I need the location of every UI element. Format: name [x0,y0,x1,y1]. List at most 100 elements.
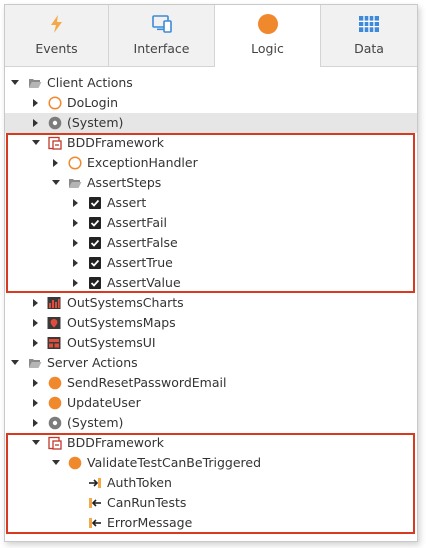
expand-arrow-icon[interactable] [52,460,60,465]
outsystemsmaps-label: OutSystemsMaps [67,315,176,330]
tree-node-asserttrue[interactable]: AssertTrue [5,253,417,273]
bddframework-label: BDDFramework [67,135,165,150]
system-gear-icon [48,116,62,130]
server-action-circle-icon [48,396,62,410]
tree-node-outsystemscharts[interactable]: OutSystemsCharts [5,293,417,313]
input-parameter-icon [89,478,101,488]
tree-node-canruntests[interactable]: CanRunTests [5,493,417,513]
tree-node-updateuser[interactable]: UpdateUser [5,393,417,413]
system-label: (System) [67,415,124,430]
tree-node-assertvalue[interactable]: AssertValue [5,273,417,293]
checkbox-checked-icon [89,237,101,249]
outsystemscharts-label: OutSystemsCharts [67,295,184,310]
tree-node-sendresetpasswordemail[interactable]: SendResetPasswordEmail [5,373,417,393]
maps-module-icon [47,317,61,329]
asserttrue-label: AssertTrue [107,255,173,270]
tab-data[interactable]: Data [321,5,417,66]
tab-events[interactable]: Events [5,5,109,66]
collapsed-arrow-icon[interactable] [73,219,78,227]
exceptionhandler-label: ExceptionHandler [87,155,198,170]
tree-node-errormessage[interactable]: ErrorMessage [5,513,417,533]
tree-node-outsystemsui[interactable]: OutSystemsUI [5,333,417,353]
expand-arrow-icon[interactable] [11,360,19,365]
expand-arrow-icon[interactable] [11,80,19,85]
output-parameter-icon [89,498,101,508]
tree-node-assertsteps[interactable]: AssertSteps [5,173,417,193]
expand-arrow-icon[interactable] [32,440,40,445]
devices-icon [151,15,172,33]
collapsed-arrow-icon[interactable] [53,159,58,167]
server-actions-label: Server Actions [47,355,138,370]
canruntests-label: CanRunTests [107,495,187,510]
folder-open-icon [29,359,42,368]
tree-node-system-server[interactable]: (System) [5,413,417,433]
sendresetpasswordemail-label: SendResetPasswordEmail [67,375,227,390]
authtoken-label: AuthToken [107,475,172,490]
tree-node-client-actions[interactable]: Client Actions [5,73,417,93]
folder-open-icon [29,79,42,88]
module-reference-icon [48,136,62,150]
tab-interface-label: Interface [133,41,190,56]
tab-bar: Events Interface Logic Data [5,5,417,67]
logic-panel: Events Interface Logic Data Client Actio… [4,4,418,542]
collapsed-arrow-icon[interactable] [33,379,38,387]
assertsteps-label: AssertSteps [87,175,162,190]
tree-node-bddframework-client[interactable]: BDDFramework [5,133,417,153]
client-actions-label: Client Actions [47,75,133,90]
folder-open-icon [69,179,82,188]
tree-node-assertfalse[interactable]: AssertFalse [5,233,417,253]
orange-circle-icon [257,14,278,34]
errormessage-label: ErrorMessage [107,515,193,530]
checkbox-checked-icon [89,257,101,269]
checkbox-checked-icon [89,197,101,209]
collapsed-arrow-icon[interactable] [33,299,38,307]
outsystemsui-label: OutSystemsUI [67,335,156,350]
tree-node-bddframework-server[interactable]: BDDFramework [5,433,417,453]
lightning-icon [50,15,62,33]
updateuser-label: UpdateUser [67,395,141,410]
output-parameter-icon [89,518,101,528]
expand-arrow-icon[interactable] [52,180,60,185]
expand-arrow-icon[interactable] [32,140,40,145]
collapsed-arrow-icon[interactable] [73,279,78,287]
tab-interface[interactable]: Interface [109,5,215,66]
collapsed-arrow-icon[interactable] [73,239,78,247]
tree-node-assert[interactable]: Assert [5,193,417,213]
checkbox-checked-icon [89,277,101,289]
tree-node-assertfail[interactable]: AssertFail [5,213,417,233]
client-action-circle-icon [68,156,82,170]
bddframework-label: BDDFramework [67,435,165,450]
tab-data-label: Data [354,41,384,56]
tree-node-validatetestcanbetriggered[interactable]: ValidateTestCanBeTriggered [5,453,417,473]
dologin-label: DoLogin [67,95,118,110]
tree-node-system-client[interactable]: (System) [5,113,417,133]
collapsed-arrow-icon[interactable] [33,339,38,347]
tab-logic-label: Logic [251,41,284,56]
charts-module-icon [47,297,61,309]
collapsed-arrow-icon[interactable] [33,119,38,127]
collapsed-arrow-icon[interactable] [33,319,38,327]
server-action-circle-icon [48,376,62,390]
checkbox-checked-icon [89,217,101,229]
tree-node-outsystemsmaps[interactable]: OutSystemsMaps [5,313,417,333]
server-action-circle-icon [68,456,82,470]
tab-events-label: Events [35,41,78,56]
client-action-circle-icon [48,96,62,110]
collapsed-arrow-icon[interactable] [33,99,38,107]
grid-icon [359,16,379,32]
assertfail-label: AssertFail [107,215,167,230]
tree-node-exceptionhandler[interactable]: ExceptionHandler [5,153,417,173]
assert-label: Assert [107,195,147,210]
collapsed-arrow-icon[interactable] [33,419,38,427]
tree-node-server-actions[interactable]: Server Actions [5,353,417,373]
assertvalue-label: AssertValue [107,275,181,290]
ui-module-icon [47,337,61,349]
tree-node-dologin[interactable]: DoLogin [5,93,417,113]
validatetestcanbetriggered-label: ValidateTestCanBeTriggered [87,455,262,470]
collapsed-arrow-icon[interactable] [73,259,78,267]
collapsed-arrow-icon[interactable] [73,199,78,207]
system-label: (System) [67,115,124,130]
tab-logic[interactable]: Logic [215,5,321,67]
collapsed-arrow-icon[interactable] [33,399,38,407]
tree-node-authtoken[interactable]: AuthToken [5,473,417,493]
